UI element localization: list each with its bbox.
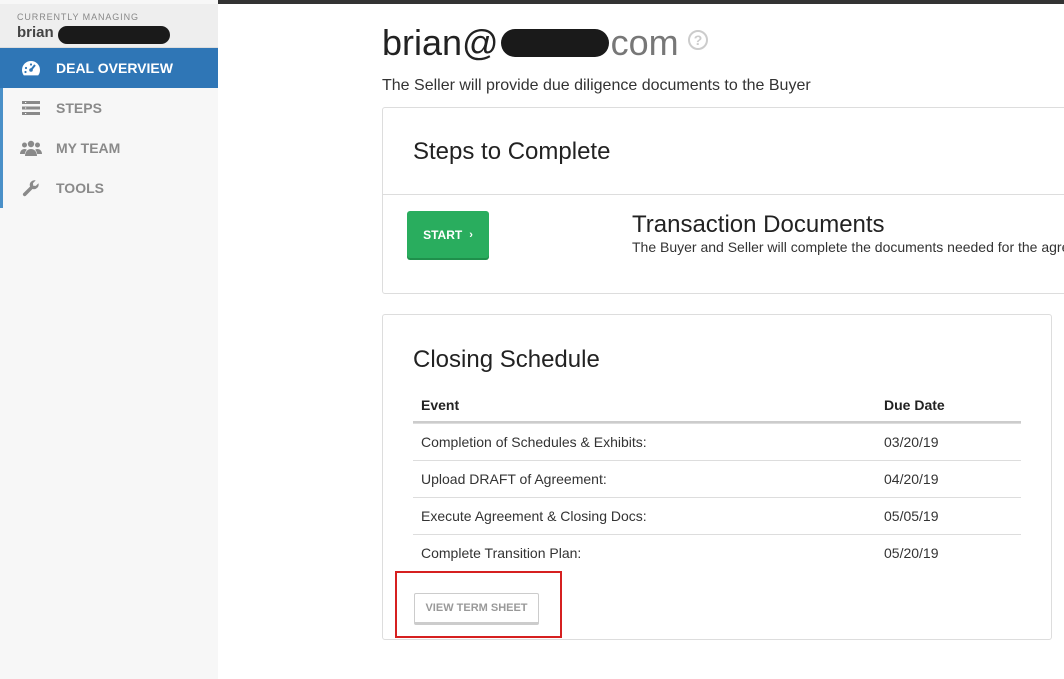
- table-row: Execute Agreement & Closing Docs: 05/05/…: [413, 497, 1021, 534]
- table-header-row: Event Due Date: [413, 388, 1021, 423]
- table-row: Upload DRAFT of Agreement: 04/20/19: [413, 460, 1021, 497]
- sidebar-item-label: DEAL OVERVIEW: [56, 60, 173, 76]
- title-suffix: com: [610, 22, 679, 63]
- event-cell: Execute Agreement & Closing Docs:: [421, 508, 647, 524]
- sidebar-item-label: MY TEAM: [56, 140, 121, 156]
- steps-card: Steps to Complete START › Transaction Doc…: [382, 107, 1064, 294]
- column-header-due-date: Due Date: [884, 396, 945, 413]
- step-description: The Buyer and Seller will complete the d…: [632, 239, 1064, 255]
- dashboard-icon: [20, 57, 42, 79]
- help-icon[interactable]: ?: [688, 30, 708, 50]
- due-date-cell: 03/20/19: [884, 434, 939, 450]
- title-prefix: brian@: [382, 22, 499, 63]
- sidebar-item-label: TOOLS: [56, 180, 104, 196]
- sidebar: CURRENTLY MANAGING brian DEAL OVERVIEW S…: [0, 0, 218, 679]
- start-button-label: START: [423, 227, 463, 242]
- event-cell: Complete Transition Plan:: [421, 545, 582, 561]
- due-date-cell: 05/05/19: [884, 508, 939, 524]
- managed-user-name: brian: [17, 24, 54, 41]
- chevron-right-icon: ›: [469, 228, 473, 241]
- step-title: Transaction Documents: [632, 211, 885, 238]
- due-date-cell: 04/20/19: [884, 471, 939, 487]
- table-row: Completion of Schedules & Exhibits: 03/2…: [413, 423, 1021, 460]
- divider: [383, 194, 1064, 195]
- sidebar-item-deal-overview[interactable]: DEAL OVERVIEW: [0, 48, 218, 88]
- wrench-icon: [20, 177, 42, 199]
- schedule-table: Event Due Date Completion of Schedules &…: [413, 388, 1021, 571]
- users-icon: [20, 137, 42, 159]
- table-row: Complete Transition Plan: 05/20/19: [413, 534, 1021, 571]
- currently-managing-caption: CURRENTLY MANAGING: [17, 12, 139, 22]
- due-date-cell: 05/20/19: [884, 545, 939, 561]
- sidebar-item-label: STEPS: [56, 100, 102, 116]
- sidebar-item-tools[interactable]: TOOLS: [0, 168, 218, 208]
- sidebar-item-steps[interactable]: STEPS: [0, 88, 218, 128]
- sidebar-nav: DEAL OVERVIEW STEPS MY TEAM TOOLS: [0, 48, 218, 208]
- event-cell: Upload DRAFT of Agreement:: [421, 471, 607, 487]
- redaction-mark: [58, 26, 170, 44]
- currently-managing-panel: CURRENTLY MANAGING brian: [0, 4, 218, 48]
- annotation-highlight-box: [395, 571, 562, 638]
- page-subtitle: The Seller will provide due diligence do…: [382, 77, 811, 94]
- page-title: brian@ com: [382, 22, 679, 64]
- top-bar: [218, 0, 1064, 4]
- closing-schedule-heading: Closing Schedule: [413, 346, 600, 373]
- steps-heading: Steps to Complete: [413, 138, 611, 165]
- redaction-mark: [500, 29, 609, 57]
- event-cell: Completion of Schedules & Exhibits:: [421, 434, 647, 450]
- list-icon: [20, 97, 42, 119]
- sidebar-item-my-team[interactable]: MY TEAM: [0, 128, 218, 168]
- column-header-event: Event: [421, 396, 460, 413]
- start-button[interactable]: START ›: [407, 211, 489, 258]
